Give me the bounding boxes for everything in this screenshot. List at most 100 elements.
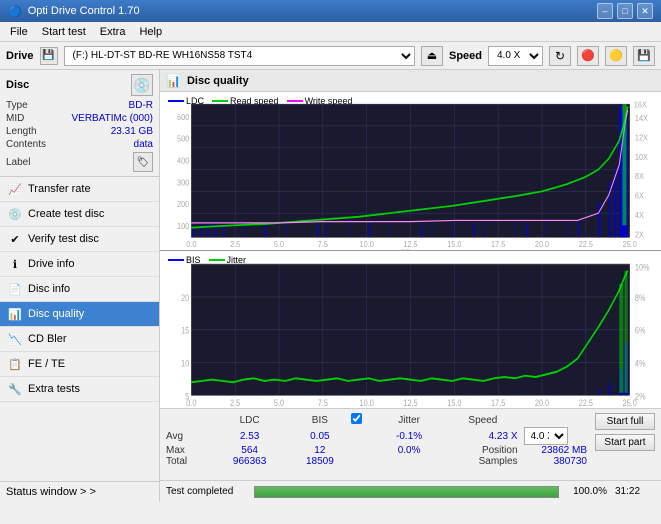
refresh-button[interactable]: ↻ <box>549 46 571 66</box>
transfer-rate-icon: 📈 <box>8 182 22 196</box>
write-speed-label: Write speed <box>305 96 353 106</box>
svg-text:22.5: 22.5 <box>579 240 594 250</box>
type-value: BD-R <box>129 100 153 111</box>
ldc-label: LDC <box>186 96 204 106</box>
maximize-button[interactable]: □ <box>617 3 633 19</box>
disc-refresh-button[interactable]: 💿 <box>131 74 153 96</box>
minimize-button[interactable]: – <box>597 3 613 19</box>
svg-text:100: 100 <box>177 221 190 231</box>
title-bar-left: 🔵 Opti Drive Control 1.70 <box>8 5 140 18</box>
disc-section-title: Disc <box>6 79 29 91</box>
samples-value: 380730 <box>522 456 589 467</box>
position-label: Position <box>444 445 521 456</box>
sidebar-item-drive-info[interactable]: ℹ Drive info <box>0 252 159 277</box>
svg-text:GB: GB <box>400 248 411 249</box>
disc-panel: Disc 💿 Type BD-R MID VERBATIMc (000) Len… <box>0 70 159 177</box>
svg-text:4X: 4X <box>635 210 645 220</box>
svg-text:300: 300 <box>177 178 190 188</box>
drive-icon: 💾 <box>40 47 58 65</box>
tool-button-2[interactable]: 🟡 <box>605 46 627 66</box>
drive-label: Drive <box>6 50 34 62</box>
sidebar-item-disc-info[interactable]: 📄 Disc info <box>0 277 159 302</box>
tool-button-1[interactable]: 🔴 <box>577 46 599 66</box>
sidebar-label-extra-tests: Extra tests <box>28 383 80 395</box>
legend-jitter: Jitter <box>209 255 247 265</box>
jitter-col-header: Jitter <box>374 413 444 427</box>
max-jitter: 0.0% <box>374 445 444 456</box>
label-edit-button[interactable]: 🏷 <box>133 152 153 172</box>
svg-text:10.0: 10.0 <box>360 397 375 408</box>
sidebar-label-cd-bler: CD Bler <box>28 333 67 345</box>
position-value: 23862 MB <box>522 445 589 456</box>
sidebar-label-verify-test-disc: Verify test disc <box>28 233 99 245</box>
sidebar-label-create-test-disc: Create test disc <box>28 208 104 220</box>
drive-bar: Drive 💾 (F:) HL-DT-ST BD-RE WH16NS58 TST… <box>0 42 661 70</box>
close-button[interactable]: ✕ <box>637 3 653 19</box>
svg-text:7.5: 7.5 <box>318 397 328 408</box>
sidebar-label-fe-te: FE / TE <box>28 358 65 370</box>
svg-text:2.5: 2.5 <box>230 397 240 408</box>
legend-read-speed: Read speed <box>212 96 279 106</box>
sidebar-item-create-test-disc[interactable]: 💿 Create test disc <box>0 202 159 227</box>
legend-write-speed: Write speed <box>287 96 353 106</box>
svg-text:GB: GB <box>400 406 411 408</box>
read-speed-label: Read speed <box>230 96 279 106</box>
svg-text:15.0: 15.0 <box>447 397 462 408</box>
svg-text:25.0: 25.0 <box>623 240 638 250</box>
contents-label: Contents <box>6 139 46 150</box>
svg-text:17.5: 17.5 <box>491 240 506 250</box>
drive-info-icon: ℹ <box>8 257 22 271</box>
bis-col-header: BIS <box>288 413 351 427</box>
menu-extra[interactable]: Extra <box>94 25 132 39</box>
cd-bler-icon: 📉 <box>8 332 22 346</box>
jitter-checkbox[interactable] <box>351 413 362 424</box>
speed-actual: 4.23 X <box>489 431 518 442</box>
progress-status: Test completed <box>166 486 246 497</box>
chart2-bis-jitter: BIS Jitter <box>160 251 661 409</box>
jitter-label: Jitter <box>227 255 247 265</box>
svg-text:200: 200 <box>177 200 190 210</box>
chart1-speed: LDC Read speed Write speed <box>160 92 661 251</box>
sidebar-label-disc-info: Disc info <box>28 283 70 295</box>
sidebar-item-cd-bler[interactable]: 📉 CD Bler <box>0 327 159 352</box>
drive-select[interactable]: (F:) HL-DT-ST BD-RE WH16NS58 TST4 <box>64 46 415 66</box>
menu-help[interactable]: Help <box>133 25 168 39</box>
bis-color <box>168 259 184 261</box>
chart1-svg: 100 200 300 400 500 600 2X 4X 6X 8X 10X … <box>160 92 661 250</box>
sidebar-item-transfer-rate[interactable]: 📈 Transfer rate <box>0 177 159 202</box>
app-title: Opti Drive Control 1.70 <box>28 5 140 17</box>
start-part-button[interactable]: Start part <box>595 434 655 451</box>
svg-text:12X: 12X <box>635 133 649 143</box>
sidebar-item-fe-te[interactable]: 📋 FE / TE <box>0 352 159 377</box>
speed-select[interactable]: 1.0 X 2.0 X 4.0 X 6.0 X 8.0 X <box>488 46 543 66</box>
svg-text:5.0: 5.0 <box>274 397 284 408</box>
write-speed-color <box>287 100 303 102</box>
stats-bar: LDC BIS Jitter Speed Avg <box>160 408 661 480</box>
eject-button[interactable]: ⏏ <box>421 46 443 66</box>
start-full-button[interactable]: Start full <box>595 413 655 430</box>
svg-text:10: 10 <box>181 357 189 368</box>
sidebar-item-extra-tests[interactable]: 🔧 Extra tests <box>0 377 159 402</box>
svg-text:0.0: 0.0 <box>186 397 196 408</box>
status-window-label: Status window > > <box>6 486 96 498</box>
total-ldc: 966363 <box>211 456 288 467</box>
menu-file[interactable]: File <box>4 25 34 39</box>
avg-ldc: 2.53 <box>211 427 288 445</box>
save-button[interactable]: 💾 <box>633 46 655 66</box>
title-bar-controls: – □ ✕ <box>597 3 653 19</box>
menu-start-test[interactable]: Start test <box>36 25 92 39</box>
progress-percent: 100.0% <box>567 486 607 497</box>
length-value: 23.31 GB <box>111 126 153 137</box>
svg-text:5.0: 5.0 <box>274 240 285 250</box>
svg-text:14X: 14X <box>635 114 649 124</box>
svg-text:6%: 6% <box>635 324 646 335</box>
main-layout: Disc 💿 Type BD-R MID VERBATIMc (000) Len… <box>0 70 661 502</box>
svg-text:500: 500 <box>177 134 190 144</box>
speed-mode-select[interactable]: 4.0 X <box>524 427 568 445</box>
total-label: Total <box>166 456 211 467</box>
avg-label: Avg <box>166 427 211 445</box>
sidebar-item-verify-test-disc[interactable]: ✔ Verify test disc <box>0 227 159 252</box>
sidebar-item-disc-quality[interactable]: 📊 Disc quality <box>0 302 159 327</box>
status-window-button[interactable]: Status window > > <box>0 481 159 502</box>
bis-label: BIS <box>186 255 201 265</box>
